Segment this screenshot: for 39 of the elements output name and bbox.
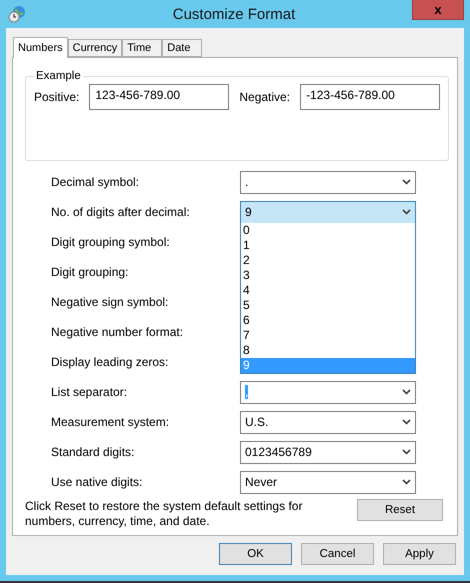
dialog-button[interactable]: Cancel: [301, 543, 374, 565]
setting-label: Negative sign symbol:: [51, 295, 170, 309]
field-label: Negative:: [239, 90, 290, 104]
chevron-down-icon: [402, 209, 411, 215]
chevron-down-icon: [402, 419, 411, 425]
dropdown[interactable]: 9: [240, 200, 416, 224]
dropdown[interactable]: 0123456789: [240, 440, 416, 464]
tab[interactable]: Numbers: [13, 37, 68, 58]
setting-label: Use native digits:: [51, 475, 144, 489]
tab[interactable]: Time: [122, 39, 162, 57]
group-title: Example: [35, 70, 82, 82]
positive-example-field: 123-456-789.00: [89, 84, 230, 110]
setting-label: Digit grouping:: [51, 265, 130, 279]
dialog-button[interactable]: Apply: [383, 543, 456, 565]
dropdown[interactable]: U.S.: [240, 410, 416, 434]
chevron-down-icon: [402, 479, 411, 485]
globe-clock-icon: [8, 5, 26, 23]
setting-label: List separator:: [51, 385, 128, 399]
tab[interactable]: Currency: [68, 39, 122, 57]
setting-label: Standard digits:: [51, 445, 136, 459]
tab[interactable]: Date: [162, 39, 202, 57]
dropdown[interactable]: .: [240, 170, 416, 194]
chevron-down-icon: [402, 449, 411, 455]
dialog-button[interactable]: OK: [219, 543, 292, 565]
setting-label: Negative number format:: [51, 325, 184, 339]
chevron-down-icon: [402, 179, 411, 185]
setting-label: Measurement system:: [51, 415, 170, 429]
setting-label: Display leading zeros:: [51, 355, 170, 369]
setting-label: No. of digits after decimal:: [51, 205, 191, 219]
field-label: Positive:: [34, 90, 80, 104]
setting-label: Digit grouping symbol:: [51, 235, 171, 249]
chevron-down-icon: [402, 389, 411, 395]
close-button[interactable]: x: [412, 0, 464, 20]
window-title: Customize Format: [172, 6, 296, 22]
dropdown[interactable]: Never: [240, 470, 416, 494]
negative-example-field: -123-456-789.00: [300, 84, 440, 110]
reset-note: Click Reset to restore the system default settings for numbers, currency, time, and date.: [25, 499, 304, 529]
reset-button[interactable]: Reset: [357, 499, 443, 521]
setting-label: Decimal symbol:: [51, 175, 140, 189]
